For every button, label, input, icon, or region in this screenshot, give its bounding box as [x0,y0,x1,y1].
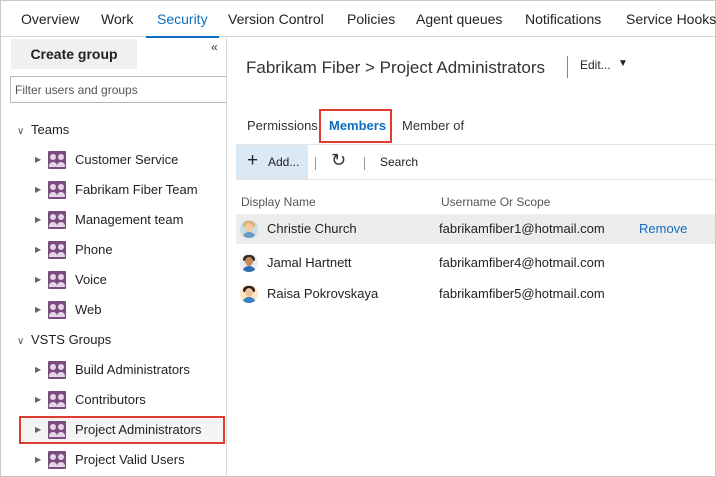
member-name: Jamal Hartnett [267,255,352,270]
tree-item-project-administrators[interactable]: ▶ Project Administrators [19,416,225,444]
divider [315,157,316,170]
expand-triangle-icon[interactable]: ▶ [35,446,41,474]
tab-permissions[interactable]: Permissions [247,118,318,133]
tree-item-customer-service[interactable]: ▶ Customer Service [19,146,225,174]
teams-heading[interactable]: ∨ Teams [17,120,69,140]
divider [567,56,568,78]
expand-triangle-icon[interactable]: ▶ [35,236,41,264]
groups-pane: Create group « ∨ Teams ▶ Customer Service… [1,38,227,476]
tree-item-label: Customer Service [75,152,179,167]
expand-triangle-icon[interactable]: ▶ [35,176,41,204]
group-icon [48,451,66,469]
tab-notifications[interactable]: Notifications [525,1,601,37]
tab-service-hooks[interactable]: Service Hooks [626,1,716,37]
column-header-username[interactable]: Username Or Scope [441,195,550,209]
group-icon [48,151,66,169]
expand-triangle-icon[interactable]: ▶ [35,296,41,324]
tree-item-voice[interactable]: ▶ Voice [19,266,225,294]
avatar-icon [240,254,258,272]
tree-item-label: Phone [75,242,113,257]
tree-item-web[interactable]: ▶ Web [19,296,225,324]
group-icon [48,211,66,229]
member-email: fabrikamfiber5@hotmail.com [439,286,605,301]
tree-item-fabrikam-fiber-team[interactable]: ▶ Fabrikam Fiber Team [19,176,225,204]
expand-triangle-icon[interactable]: ▶ [35,386,41,414]
tab-version-control[interactable]: Version Control [228,1,324,37]
search-button[interactable]: Search [380,155,418,169]
member-name: Raisa Pokrovskaya [267,286,379,301]
page-title: Fabrikam Fiber > Project Administrators [246,58,546,77]
highlight-box [319,109,392,143]
column-header-display-name[interactable]: Display Name [241,195,316,209]
tree-item-label: Fabrikam Fiber Team [75,182,198,197]
avatar-icon [240,220,258,238]
chevron-down-icon: ∨ [17,336,25,347]
tab-overview[interactable]: Overview [21,1,79,37]
add-member-button[interactable]: + Add... [236,145,308,179]
tree-item-label: Voice [75,272,107,287]
refresh-icon[interactable]: ↻ [331,150,346,171]
group-icon [48,301,66,319]
table-row[interactable]: Raisa Pokrovskaya fabrikamfiber5@hotmail… [236,279,715,309]
tab-policies[interactable]: Policies [347,1,395,37]
tree-item-label: Web [75,302,102,317]
tab-security[interactable]: Security [146,1,219,38]
group-icon [48,271,66,289]
group-icon [48,181,66,199]
tree-item-phone[interactable]: ▶ Phone [19,236,225,264]
expand-triangle-icon[interactable]: ▶ [35,266,41,294]
add-button-label: Add... [268,155,300,169]
tree-item-label: Build Administrators [75,362,190,377]
collapse-pane-icon[interactable]: « [211,40,218,54]
vsts-groups-heading-label: VSTS Groups [31,332,112,347]
tree-item-label: Project Administrators [75,422,202,437]
group-icon [48,241,66,259]
remove-member-link[interactable]: Remove [639,221,687,236]
tab-work[interactable]: Work [101,1,133,37]
member-email: fabrikamfiber1@hotmail.com [439,221,605,236]
tab-member-of[interactable]: Member of [402,118,464,133]
group-icon [48,361,66,379]
group-detail-pane: Fabrikam Fiber > Project Administrators … [228,38,715,476]
teams-heading-label: Teams [31,122,70,137]
group-icon [48,421,66,439]
plus-icon: + [247,150,259,171]
member-name: Christie Church [267,221,357,236]
tab-agent-queues[interactable]: Agent queues [416,1,502,37]
expand-triangle-icon[interactable]: ▶ [35,416,41,444]
tree-item-label: Contributors [75,392,146,407]
tree-item-management-team[interactable]: ▶ Management team [19,206,225,234]
tree-item-build-administrators[interactable]: ▶ Build Administrators [19,356,225,384]
tree-item-project-valid-users[interactable]: ▶ Project Valid Users [19,446,225,474]
vsts-groups-heading[interactable]: ∨ VSTS Groups [17,330,111,350]
expand-triangle-icon[interactable]: ▶ [35,356,41,384]
tree-item-label: Project Valid Users [75,452,185,467]
divider [364,157,365,170]
avatar-icon [240,285,258,303]
create-group-button[interactable]: Create group [11,39,137,69]
expand-triangle-icon[interactable]: ▶ [35,146,41,174]
expand-triangle-icon[interactable]: ▶ [35,206,41,234]
filter-users-input[interactable] [10,76,226,103]
top-navigation: Overview Work Security Version Control P… [1,1,716,38]
table-row[interactable]: Jamal Hartnett fabrikamfiber4@hotmail.co… [236,248,715,278]
chevron-down-icon: ∨ [17,126,25,137]
member-email: fabrikamfiber4@hotmail.com [439,255,605,270]
table-row[interactable]: Christie Church fabrikamfiber1@hotmail.c… [236,214,715,244]
group-icon [48,391,66,409]
members-toolbar: + Add... ↻ Search [236,144,715,180]
chevron-down-icon[interactable]: ▼ [618,58,628,69]
edit-button[interactable]: Edit... [580,58,611,72]
tree-item-label: Management team [75,212,184,227]
tree-item-contributors[interactable]: ▶ Contributors [19,386,225,414]
